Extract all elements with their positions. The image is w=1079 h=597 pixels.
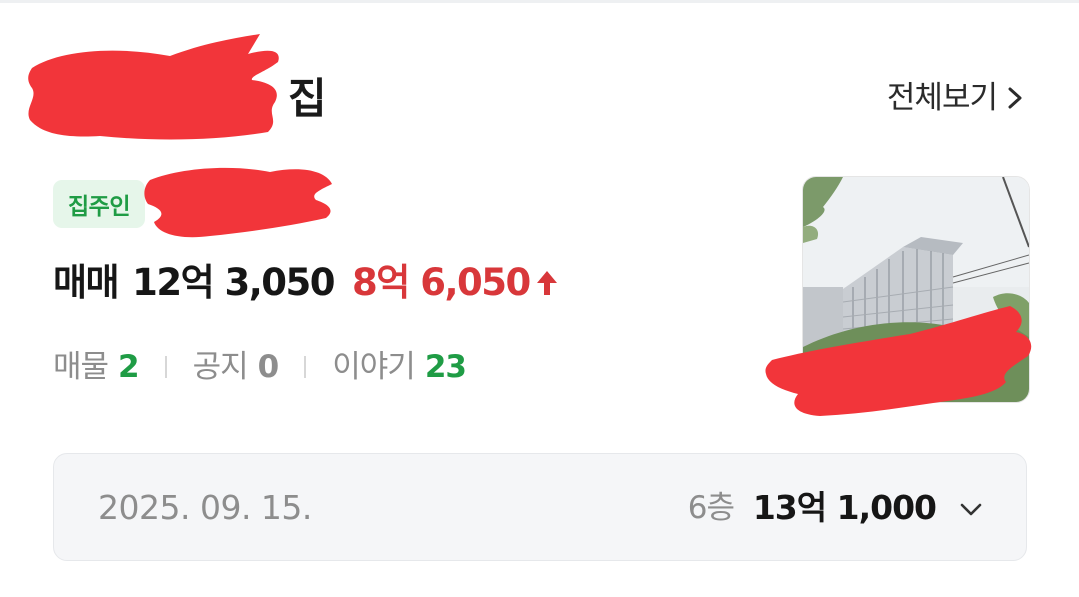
latest-deal-row[interactable]: 2025. 09. 15. 6층 13억 1,000: [53, 453, 1027, 561]
owner-badge: 집주인: [53, 180, 145, 228]
stat-stories[interactable]: 이야기 23: [332, 345, 467, 389]
chevron-right-icon: [1008, 87, 1022, 109]
separator: [304, 356, 307, 378]
price-row: 매매 12억 3,050 8억 6,050: [53, 258, 558, 308]
stat-label: 이야기: [332, 349, 416, 385]
chevron-down-icon[interactable]: [958, 498, 984, 520]
price-type-label: 매매: [53, 261, 120, 304]
view-all-link[interactable]: 전체보기: [887, 76, 1027, 120]
redaction-title: [28, 34, 279, 140]
stat-value: 23: [424, 349, 467, 385]
price-change: 8억 6,050: [352, 261, 531, 304]
price-value: 12억 3,050: [132, 261, 335, 304]
stat-value: 2: [118, 349, 140, 385]
stat-value: 0: [257, 349, 280, 385]
stat-label: 공지: [192, 349, 249, 385]
page-title: 집: [288, 74, 327, 123]
view-all-label: 전체보기: [886, 80, 998, 116]
redaction-thumbnail: [765, 306, 1032, 416]
stat-notices[interactable]: 공지 0: [192, 345, 280, 389]
top-divider: [0, 0, 1079, 3]
stat-label: 매물: [53, 349, 109, 385]
redaction-owner-name: [144, 167, 332, 238]
deal-floor: 6층: [687, 490, 735, 526]
arrow-up-icon: [536, 271, 557, 295]
stats-row: 매물 2 공지 0 이야기 23: [53, 345, 467, 389]
separator: [164, 356, 167, 378]
deal-date: 2025. 09. 15.: [98, 488, 312, 527]
stat-listings[interactable]: 매물 2: [53, 345, 140, 389]
deal-price: 13억 1,000: [752, 488, 937, 527]
